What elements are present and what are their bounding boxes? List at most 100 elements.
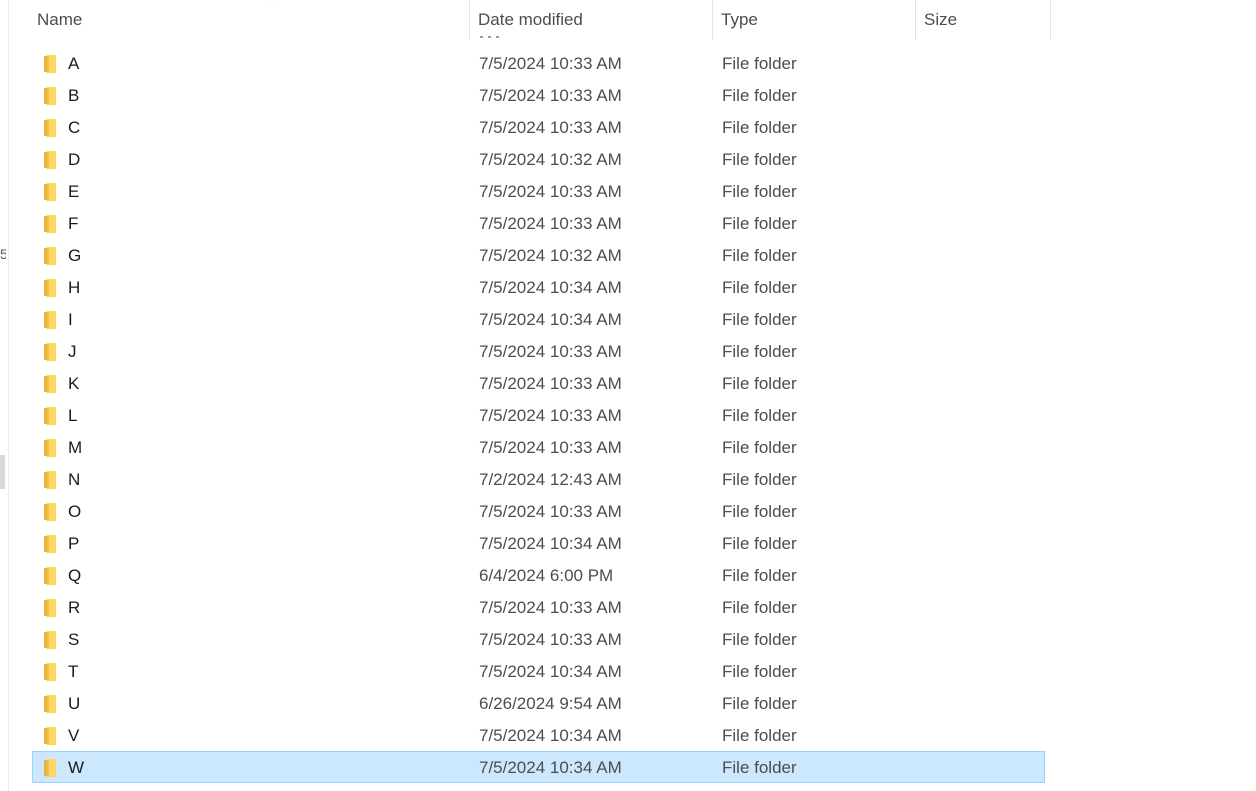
column-header-size[interactable]: Size — [916, 0, 1051, 40]
file-name: L — [68, 406, 78, 425]
folder-icon — [44, 599, 56, 617]
file-type: File folder — [722, 694, 797, 713]
file-type: File folder — [722, 598, 797, 617]
folder-icon — [44, 695, 56, 713]
file-name: W — [68, 758, 85, 777]
column-header-date-label: Date modified — [478, 10, 583, 29]
file-date-modified: 7/5/2024 10:32 AM — [479, 246, 622, 265]
file-type: File folder — [722, 566, 797, 585]
file-row[interactable]: R 7/5/2024 10:33 AM File folder — [32, 591, 1045, 623]
file-type: File folder — [722, 214, 797, 233]
file-name: C — [68, 118, 81, 137]
file-row[interactable]: U 6/26/2024 9:54 AM File folder — [32, 687, 1045, 719]
file-type: File folder — [722, 662, 797, 681]
file-row[interactable]: B 7/5/2024 10:33 AM File folder — [32, 79, 1045, 111]
folder-icon — [44, 311, 56, 329]
folder-icon — [44, 215, 56, 233]
file-row[interactable]: L 7/5/2024 10:33 AM File folder — [32, 399, 1045, 431]
file-date-modified: 7/5/2024 10:34 AM — [479, 310, 622, 329]
file-row[interactable]: M 7/5/2024 10:33 AM File folder — [32, 431, 1045, 463]
file-row[interactable]: D 7/5/2024 10:32 AM File folder — [32, 143, 1045, 175]
file-type: File folder — [722, 278, 797, 297]
file-date-modified: 7/5/2024 10:34 AM — [479, 662, 622, 681]
folder-icon — [44, 567, 56, 585]
file-row[interactable]: N 7/2/2024 12:43 AM File folder — [32, 463, 1045, 495]
file-row[interactable]: S 7/5/2024 10:33 AM File folder — [32, 623, 1045, 655]
file-row[interactable]: W 7/5/2024 10:34 AM File folder — [32, 751, 1045, 783]
folder-icon — [44, 503, 56, 521]
file-type: File folder — [722, 118, 797, 137]
file-name: Q — [68, 566, 82, 585]
file-row[interactable]: V 7/5/2024 10:34 AM File folder — [32, 719, 1045, 751]
file-name: J — [68, 342, 77, 361]
column-header-date-modified[interactable]: Date modified — [470, 0, 713, 40]
file-name: T — [68, 662, 79, 681]
column-header-name[interactable]: Name — [29, 0, 470, 40]
file-type: File folder — [722, 374, 797, 393]
file-row[interactable]: H 7/5/2024 10:34 AM File folder — [32, 271, 1045, 303]
file-row[interactable]: Q 6/4/2024 6:00 PM File folder — [32, 559, 1045, 591]
file-row[interactable]: E 7/5/2024 10:33 AM File folder — [32, 175, 1045, 207]
folder-icon — [44, 87, 56, 105]
file-name: F — [68, 214, 79, 233]
navigation-pane-scrollbar[interactable] — [0, 455, 5, 489]
folder-icon — [44, 727, 56, 745]
file-date-modified: 7/5/2024 10:33 AM — [479, 182, 622, 201]
file-name: H — [68, 278, 81, 297]
column-header-type-label: Type — [721, 10, 758, 29]
file-date-modified: 6/4/2024 6:00 PM — [479, 566, 614, 585]
file-type: File folder — [722, 630, 797, 649]
file-row[interactable]: T 7/5/2024 10:34 AM File folder — [32, 655, 1045, 687]
folder-icon — [44, 663, 56, 681]
file-type: File folder — [722, 86, 797, 105]
folder-icon — [44, 247, 56, 265]
file-type: File folder — [722, 310, 797, 329]
scrolled-off-row — [32, 36, 1045, 42]
file-type: File folder — [722, 406, 797, 425]
file-name: I — [68, 310, 73, 329]
file-type: File folder — [722, 246, 797, 265]
file-row[interactable]: C 7/5/2024 10:33 AM File folder — [32, 111, 1045, 143]
file-date-modified: 6/26/2024 9:54 AM — [479, 694, 622, 713]
file-date-modified: 7/5/2024 10:34 AM — [479, 726, 622, 745]
file-date-modified: 7/5/2024 10:33 AM — [479, 502, 622, 521]
navigation-pane-fragment: 5 — [0, 246, 6, 262]
file-date-modified: 7/5/2024 10:33 AM — [479, 214, 622, 233]
file-type: File folder — [722, 342, 797, 361]
column-header-type[interactable]: Type — [713, 0, 916, 40]
folder-icon — [44, 183, 56, 201]
folder-icon — [44, 55, 56, 73]
file-date-modified: 7/5/2024 10:33 AM — [479, 598, 622, 617]
file-name: S — [68, 630, 80, 649]
folder-icon — [44, 151, 56, 169]
file-type: File folder — [722, 502, 797, 521]
column-header-size-label: Size — [924, 10, 958, 29]
folder-icon — [44, 279, 56, 297]
folder-icon — [44, 471, 56, 489]
file-row[interactable]: G 7/5/2024 10:32 AM File folder — [32, 239, 1045, 271]
file-type: File folder — [722, 54, 797, 73]
folder-icon — [44, 343, 56, 361]
file-name: A — [68, 54, 80, 73]
file-type: File folder — [722, 758, 797, 777]
folder-icon — [44, 759, 56, 777]
file-type: File folder — [722, 182, 797, 201]
file-explorer-window: 5 Name Date modified Type Size A 7/5/2024… — [0, 0, 1256, 791]
file-type: File folder — [722, 438, 797, 457]
folder-icon — [44, 631, 56, 649]
file-row[interactable]: J 7/5/2024 10:33 AM File folder — [32, 335, 1045, 367]
file-row[interactable]: A 7/5/2024 10:33 AM File folder — [32, 47, 1045, 79]
file-date-modified: 7/2/2024 12:43 AM — [479, 470, 622, 489]
file-name: K — [68, 374, 80, 393]
file-row[interactable]: K 7/5/2024 10:33 AM File folder — [32, 367, 1045, 399]
navigation-pane-edge[interactable] — [0, 0, 9, 791]
file-type: File folder — [722, 150, 797, 169]
file-row[interactable]: O 7/5/2024 10:33 AM File folder — [32, 495, 1045, 527]
file-row[interactable]: F 7/5/2024 10:33 AM File folder — [32, 207, 1045, 239]
file-row[interactable]: I 7/5/2024 10:34 AM File folder — [32, 303, 1045, 335]
folder-icon — [44, 119, 56, 137]
file-date-modified: 7/5/2024 10:33 AM — [479, 342, 622, 361]
file-row[interactable]: P 7/5/2024 10:34 AM File folder — [32, 527, 1045, 559]
file-name: B — [68, 86, 80, 105]
file-name: R — [68, 598, 81, 617]
